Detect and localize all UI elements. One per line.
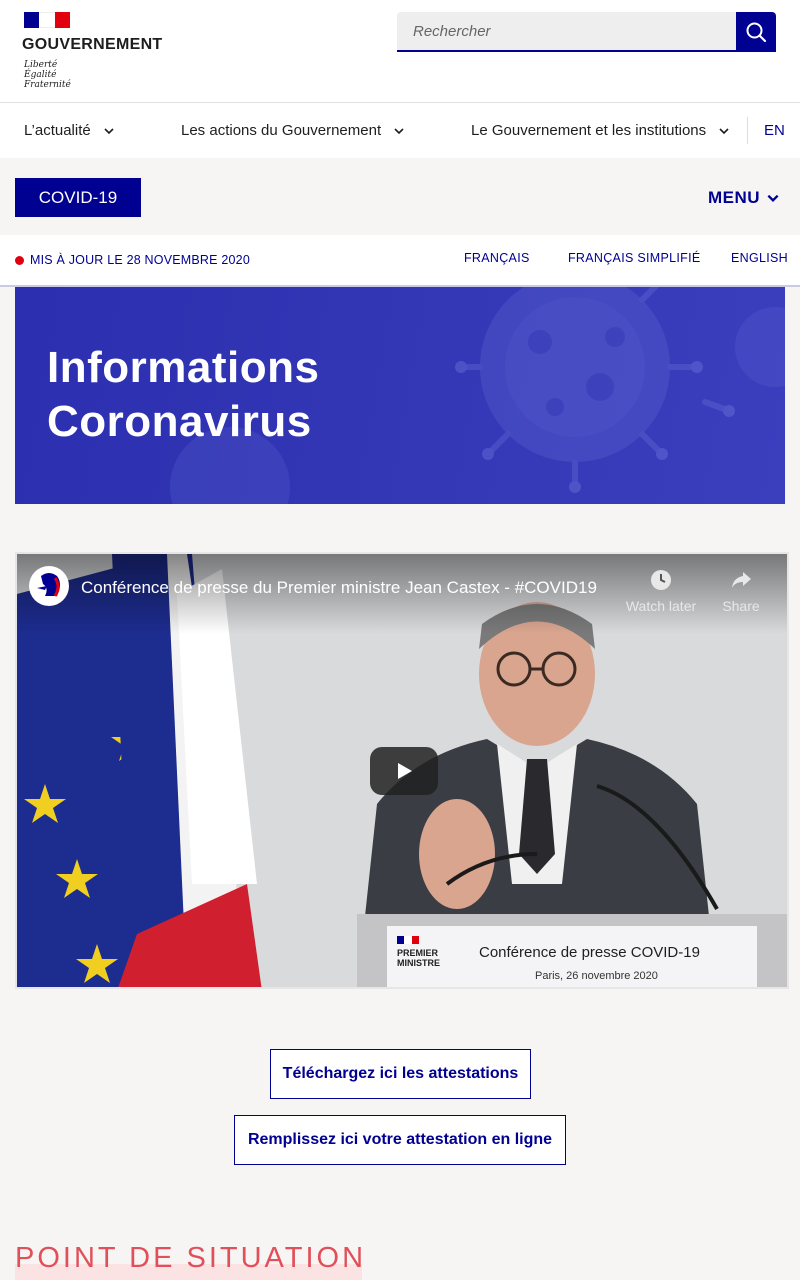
covid-bar: COVID-19 MENU <box>0 158 800 235</box>
site-header: GOUVERNEMENT Liberté Égalité Fraternité <box>0 0 800 103</box>
motto-line: Liberté <box>24 60 58 70</box>
search-input[interactable] <box>397 12 736 52</box>
search-icon <box>746 22 767 43</box>
lang-francais-simplifie[interactable]: FRANÇAIS SIMPLIFIÉ <box>568 251 701 265</box>
section-title: POINT DE SITUATION <box>15 1242 367 1274</box>
gouvernement-logo[interactable]: GOUVERNEMENT Liberté Égalité Fraternité <box>22 12 163 90</box>
video-player[interactable]: PREMIER MINISTRE Conférence de presse CO… <box>15 552 789 989</box>
nav-item-actualite[interactable]: L’actualité <box>24 103 115 158</box>
marianne-logo-icon <box>37 573 60 597</box>
fill-attestation-online-button[interactable]: Remplissez ici votre attestation en lign… <box>234 1115 566 1165</box>
play-icon <box>398 763 412 779</box>
update-bar: MIS À JOUR LE 28 NOVEMBRE 2020 FRANÇAIS … <box>0 235 800 287</box>
chevron-down-icon <box>394 127 404 134</box>
update-date: MIS À JOUR LE 28 NOVEMBRE 2020 <box>30 253 250 267</box>
nav-item-actions[interactable]: Les actions du Gouvernement <box>181 103 405 158</box>
menu-label: MENU <box>707 187 760 207</box>
hero-title-line: Coronavirus <box>47 397 312 446</box>
covid-19-button[interactable]: COVID-19 <box>15 178 141 217</box>
watch-later-button[interactable]: Watch later <box>621 568 701 614</box>
video-title[interactable]: Conférence de presse du Premier ministre… <box>81 578 611 598</box>
lang-english[interactable]: ENGLISH <box>731 251 788 265</box>
lectern-subtitle: Paris, 26 novembre 2020 <box>535 970 658 982</box>
hero-banner: Informations Coronavirus <box>15 287 785 504</box>
search-bar <box>397 12 776 52</box>
lectern-title: Conférence de presse COVID-19 <box>479 944 700 961</box>
motto: Liberté Égalité Fraternité <box>24 60 163 90</box>
share-label: Share <box>722 598 760 614</box>
lang-francais[interactable]: FRANÇAIS <box>464 251 530 265</box>
search-button[interactable] <box>736 12 776 52</box>
download-attestations-button[interactable]: Téléchargez ici les attestations <box>270 1049 531 1099</box>
lectern-sign: PREMIER MINISTRE Conférence de presse CO… <box>395 932 755 987</box>
nav-item-label: Le Gouvernement et les institutions <box>471 122 707 139</box>
motto-line: Égalité <box>24 70 57 80</box>
lectern-org: PREMIER MINISTRE <box>397 948 440 968</box>
lectern-flag-icon <box>397 936 419 944</box>
logo-title: GOUVERNEMENT <box>22 36 163 53</box>
nav-item-label: L’actualité <box>24 122 91 139</box>
watch-later-label: Watch later <box>625 598 697 614</box>
lectern-org-line: MINISTRE <box>397 958 441 968</box>
hero-title-line: Informations <box>47 343 320 392</box>
clock-icon <box>651 570 671 590</box>
chevron-down-icon <box>719 127 729 134</box>
share-button[interactable]: Share <box>701 568 781 614</box>
chevron-down-icon <box>767 194 779 202</box>
share-icon <box>732 572 751 588</box>
live-dot-icon <box>15 256 24 265</box>
chevron-down-icon <box>104 127 114 134</box>
hero-title: Informations Coronavirus <box>47 341 319 449</box>
nav-divider <box>747 117 748 144</box>
nav-item-label: Les actions du Gouvernement <box>181 122 382 139</box>
main-nav: L’actualité Les actions du Gouvernement … <box>0 103 800 158</box>
french-flag-icon <box>24 12 70 28</box>
motto-line: Fraternité <box>24 80 71 90</box>
nav-item-institutions[interactable]: Le Gouvernement et les institutions <box>471 103 730 158</box>
menu-button[interactable]: MENU <box>708 178 780 217</box>
lang-switch-en[interactable]: EN <box>764 103 785 158</box>
channel-avatar[interactable] <box>29 566 69 606</box>
play-button[interactable] <box>370 747 438 795</box>
lectern-org-line: PREMIER <box>397 948 439 958</box>
